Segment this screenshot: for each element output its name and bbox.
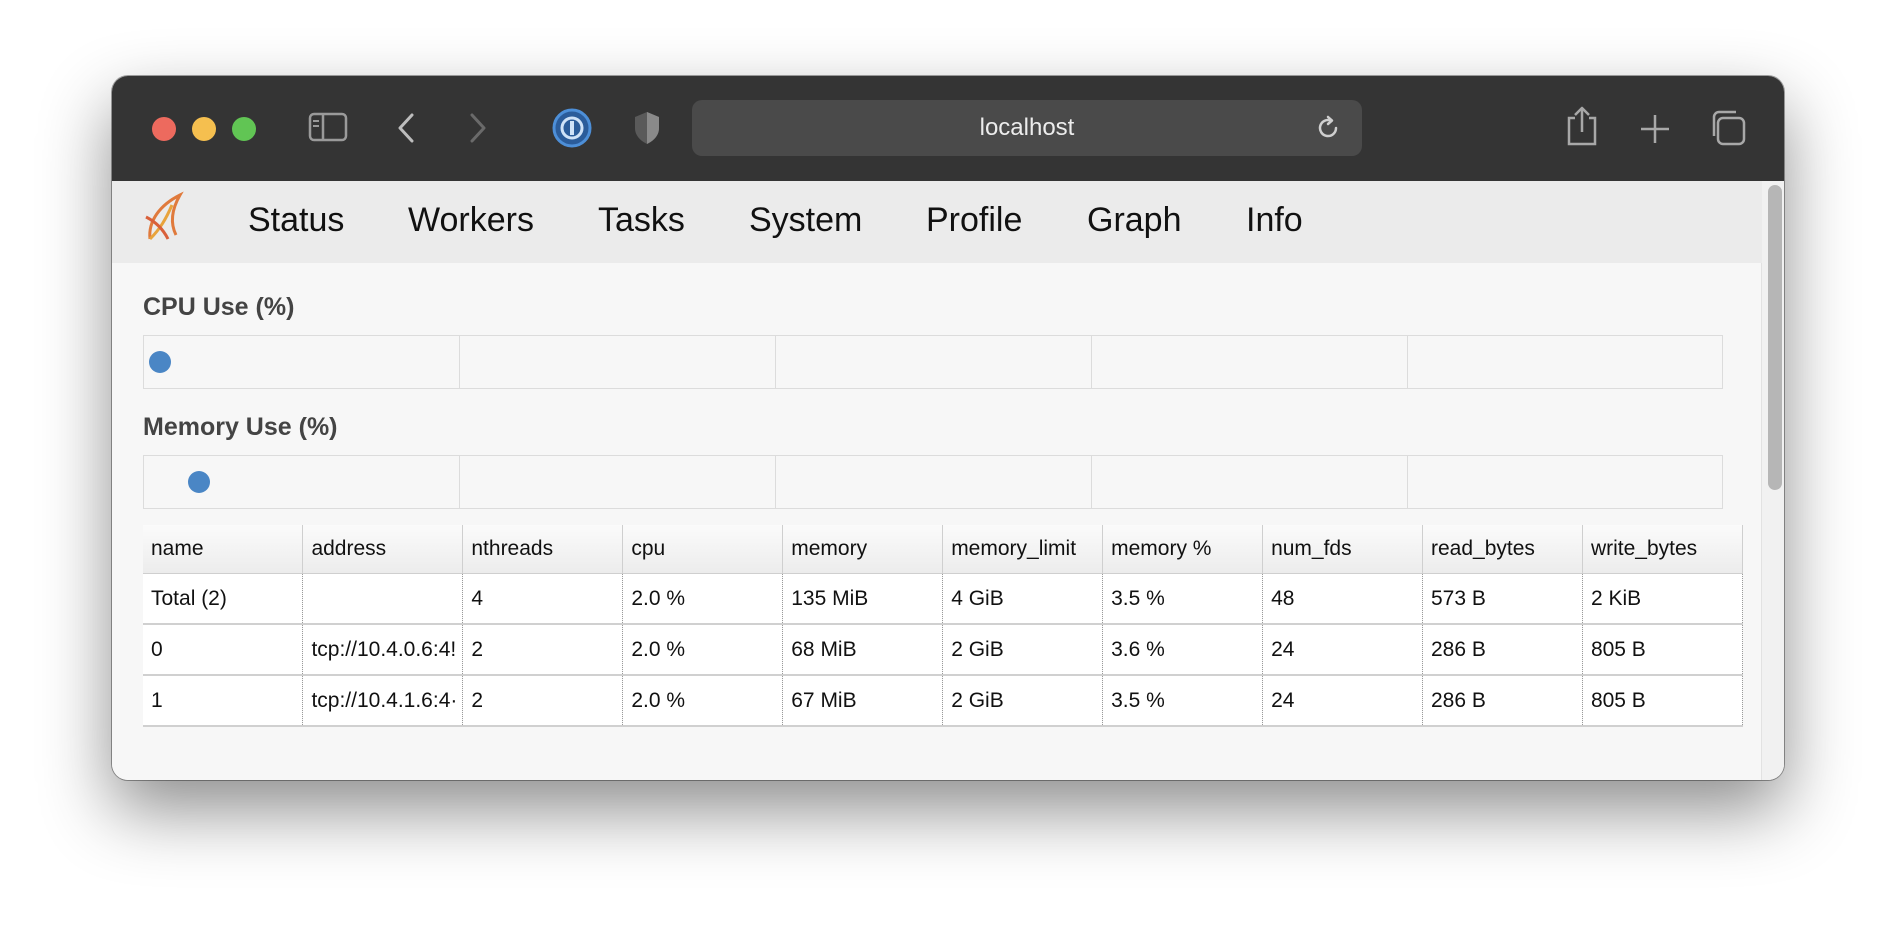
column-header-address[interactable]: address xyxy=(302,525,464,574)
table-row[interactable]: 0 tcp://10.4.0.6:4! 2 2.0 % 68 MiB 2 GiB… xyxy=(143,624,1744,676)
table-cell xyxy=(302,573,464,625)
page-content: Status Workers Tasks System Profile Grap… xyxy=(112,181,1784,780)
nav-profile[interactable]: Profile xyxy=(926,201,1022,240)
plot-divider xyxy=(1091,456,1092,508)
table-cell: 3.5 % xyxy=(1102,675,1264,727)
table-cell: 2 GiB xyxy=(942,675,1104,727)
table-cell: 3.6 % xyxy=(1102,624,1264,676)
table-row[interactable]: 1 tcp://10.4.1.6:4· 2 2.0 % 67 MiB 2 GiB… xyxy=(143,675,1744,727)
reload-icon[interactable] xyxy=(1314,114,1342,147)
table-cell: Total (2) xyxy=(143,573,304,625)
table-header-row: name address nthreads cpu memory memory_… xyxy=(143,525,1744,574)
new-tab-icon[interactable] xyxy=(1638,112,1672,146)
table-cell: 24 xyxy=(1262,624,1423,676)
table-cell: 3.5 % xyxy=(1102,573,1264,625)
minimize-window-button[interactable] xyxy=(192,117,216,141)
column-header-num-fds[interactable]: num_fds xyxy=(1262,525,1423,574)
share-icon[interactable] xyxy=(1564,104,1600,148)
table-cell: 1 xyxy=(143,675,304,727)
column-header-memory-percent[interactable]: memory % xyxy=(1102,525,1264,574)
table-cell: 2.0 % xyxy=(622,624,784,676)
privacy-shield-icon[interactable] xyxy=(632,110,662,146)
table-cell: 67 MiB xyxy=(782,675,944,727)
plot-divider xyxy=(1407,456,1408,508)
cpu-use-title: CPU Use (%) xyxy=(143,293,295,321)
table-row[interactable]: Total (2) 4 2.0 % 135 MiB 4 GiB 3.5 % 48… xyxy=(143,573,1744,625)
table-cell: 2 xyxy=(462,675,624,727)
table-cell: tcp://10.4.1.6:4· xyxy=(302,675,464,727)
nav-info[interactable]: Info xyxy=(1246,201,1303,240)
nav-graph[interactable]: Graph xyxy=(1087,201,1182,240)
table-cell: 2.0 % xyxy=(622,573,784,625)
column-header-memory[interactable]: memory xyxy=(782,525,944,574)
plot-divider xyxy=(1407,336,1408,388)
zoom-window-button[interactable] xyxy=(232,117,256,141)
nav-tasks[interactable]: Tasks xyxy=(598,201,685,240)
plot-divider xyxy=(775,336,776,388)
table-cell: 0 xyxy=(143,624,304,676)
browser-window: localhost Status Workers Tasks System Pr… xyxy=(112,76,1784,780)
plot-divider xyxy=(459,456,460,508)
table-cell: tcp://10.4.0.6:4! xyxy=(302,624,464,676)
url-text[interactable]: localhost xyxy=(692,100,1362,156)
memory-use-point[interactable] xyxy=(188,471,210,493)
dashboard-navbar: Status Workers Tasks System Profile Grap… xyxy=(112,181,1762,263)
table-cell: 2 KiB xyxy=(1582,573,1744,625)
plot-divider xyxy=(1091,336,1092,388)
nav-workers[interactable]: Workers xyxy=(408,201,534,240)
password-manager-icon[interactable] xyxy=(552,108,592,148)
table-cell: 573 B xyxy=(1422,573,1583,625)
back-icon[interactable] xyxy=(396,112,416,144)
memory-use-plot[interactable] xyxy=(143,455,1723,509)
scrollbar-track[interactable] xyxy=(1761,181,1784,780)
table-cell: 48 xyxy=(1262,573,1423,625)
table-cell: 24 xyxy=(1262,675,1423,727)
column-header-write-bytes[interactable]: write_bytes xyxy=(1582,525,1744,574)
column-header-cpu[interactable]: cpu xyxy=(622,525,784,574)
table-cell: 805 B xyxy=(1582,624,1744,676)
memory-use-title: Memory Use (%) xyxy=(143,413,338,441)
close-window-button[interactable] xyxy=(152,117,176,141)
table-cell: 2 GiB xyxy=(942,624,1104,676)
browser-toolbar: localhost xyxy=(112,76,1784,181)
table-cell: 4 GiB xyxy=(942,573,1104,625)
column-header-name[interactable]: name xyxy=(143,525,304,574)
table-cell: 4 xyxy=(462,573,624,625)
table-cell: 286 B xyxy=(1422,624,1583,676)
tabs-overview-icon[interactable] xyxy=(1708,108,1748,148)
table-cell: 286 B xyxy=(1422,675,1583,727)
dask-logo-icon[interactable] xyxy=(142,191,188,250)
column-header-read-bytes[interactable]: read_bytes xyxy=(1422,525,1583,574)
address-bar[interactable]: localhost xyxy=(692,100,1362,156)
column-header-nthreads[interactable]: nthreads xyxy=(462,525,624,574)
plot-divider xyxy=(459,336,460,388)
nav-system[interactable]: System xyxy=(749,201,862,240)
nav-status[interactable]: Status xyxy=(248,201,344,240)
column-header-memory-limit[interactable]: memory_limit xyxy=(942,525,1104,574)
plot-divider xyxy=(775,456,776,508)
cpu-use-plot[interactable] xyxy=(143,335,1723,389)
table-cell: 805 B xyxy=(1582,675,1744,727)
table-cell: 135 MiB xyxy=(782,573,944,625)
workers-table: name address nthreads cpu memory memory_… xyxy=(143,525,1744,727)
table-cell: 2 xyxy=(462,624,624,676)
scrollbar-thumb[interactable] xyxy=(1768,185,1782,490)
forward-icon[interactable] xyxy=(468,112,488,144)
cpu-use-point[interactable] xyxy=(149,351,171,373)
table-cell: 68 MiB xyxy=(782,624,944,676)
table-cell: 2.0 % xyxy=(622,675,784,727)
sidebar-icon[interactable] xyxy=(308,112,348,142)
